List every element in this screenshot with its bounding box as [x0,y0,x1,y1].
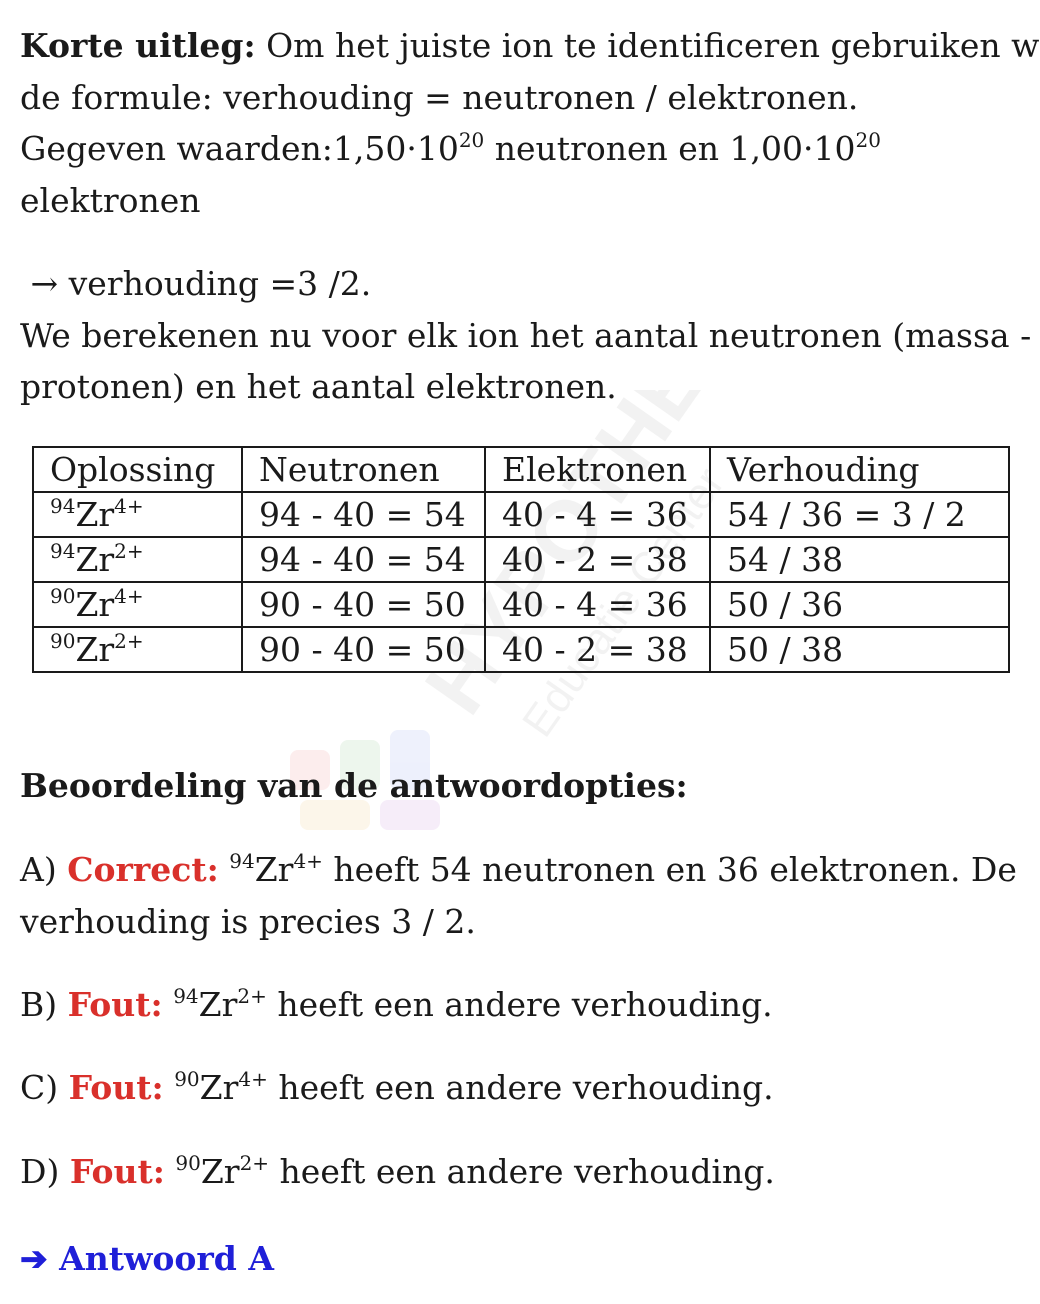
intro-text-1: Om het juiste ion te identificeren gebru… [255,26,1040,65]
intro-line-6: We berekenen nu voor elk ion het aantal … [20,316,1032,355]
element-symbol: Zr [75,630,115,669]
intro-line-7: protonen) en het aantal elektronen. [20,367,617,406]
intro-line-2: de formule: verhouding = neutronen / ele… [20,78,859,117]
assessment-heading: Beoordeling van de antwoordopties: [20,766,688,805]
intro-line-3: Gegeven waarden:1,50·1020 neutronen en 1… [20,128,881,173]
electrons-cell: 40 - 2 = 38 [484,626,711,673]
element-symbol: Zr [198,985,238,1024]
given-values-label: Gegeven waarden:1,50·10 [20,129,459,168]
answer-label: Antwoord A [59,1239,274,1278]
mass-number: 94 [229,849,255,873]
element-symbol: Zr [200,1152,240,1191]
mass-number: 94 [50,539,76,563]
intro-line-1: Korte uitleg: Om het juiste ion te ident… [20,26,1040,66]
ion-cell: 94Zr4+ [32,491,243,538]
verdict-wrong: Fout: [68,1068,164,1107]
ratio-cell: 50 / 38 [709,626,1010,673]
element-symbol: Zr [75,540,115,579]
ratio-cell: 50 / 36 [709,581,1010,628]
option-letter: A) [20,850,68,889]
ion-cell: 90Zr2+ [32,626,243,673]
mass-number: 94 [50,494,76,518]
neutrons-cell: 94 - 40 = 54 [241,491,486,538]
option-text: heeft een andere verhouding. [267,1068,774,1107]
option-a-line-1: A) Correct: 94Zr4+ heeft 54 neutronen en… [20,849,1017,894]
column-header: Oplossing [32,446,243,493]
electrons-cell: 40 - 4 = 36 [484,491,711,538]
electrons-cell: 40 - 4 = 36 [484,581,711,628]
option-letter: C) [20,1068,69,1107]
verdict-wrong: Fout: [67,985,163,1024]
exponent: 20 [855,128,881,152]
ratio-line: → verhouding =3 /2. [20,264,372,303]
mass-number: 90 [174,1067,200,1091]
ion-charge: 4+ [238,1067,268,1091]
ion-charge: 4+ [114,584,144,608]
option-text: heeft 54 neutronen en 36 elektronen. De [322,850,1017,889]
neutrons-cell: 94 - 40 = 54 [241,536,486,583]
intro-heading: Korte uitleg: [20,26,256,65]
element-symbol: Zr [254,850,294,889]
ion-charge: 2+ [114,539,144,563]
option-letter: B) [20,985,68,1024]
option-d: D) Fout: 90Zr2+ heeft een andere verhoud… [20,1151,775,1196]
table-row: 94Zr4+ 94 - 40 = 54 40 - 4 = 36 54 / 36 … [32,491,1010,538]
column-header: Verhouding [709,446,1010,493]
element-symbol: Zr [199,1068,239,1107]
ion-cell: 90Zr4+ [32,581,243,628]
column-header: Elektronen [484,446,711,493]
final-answer: ➔ Antwoord A [20,1239,274,1279]
table-row: 90Zr2+ 90 - 40 = 50 40 - 2 = 38 50 / 38 [32,626,1010,673]
intro-line-4: elektronen [20,181,201,220]
table-header-row: Oplossing Neutronen Elektronen Verhoudin… [32,446,1010,493]
element-symbol: Zr [75,585,115,624]
ion-charge: 4+ [293,849,323,873]
ion-charge: 4+ [114,494,144,518]
option-text: heeft een andere verhouding. [266,985,773,1024]
table-row: 94Zr2+ 94 - 40 = 54 40 - 2 = 38 54 / 38 [32,536,1010,583]
exponent: 20 [458,128,485,152]
verdict-wrong: Fout: [69,1152,165,1191]
verdict-correct: Correct: [67,850,219,889]
option-b: B) Fout: 94Zr2+ heeft een andere verhoud… [20,984,773,1029]
ratio-cell: 54 / 38 [709,536,1010,583]
option-text: heeft een andere verhouding. [269,1152,775,1191]
element-symbol: Zr [75,495,115,534]
ion-charge: 2+ [114,629,144,653]
option-c: C) Fout: 90Zr4+ heeft een andere verhoud… [20,1067,774,1112]
given-values-text: neutronen en 1,00·10 [484,129,856,168]
neutrons-cell: 90 - 40 = 50 [241,626,486,673]
column-header: Neutronen [241,446,486,493]
option-letter: D) [20,1152,70,1191]
ratio-cell: 54 / 36 = 3 / 2 [709,491,1010,538]
option-a-line-2: verhouding is precies 3 / 2. [20,902,476,941]
mass-number: 90 [175,1151,201,1175]
ion-table: Oplossing Neutronen Elektronen Verhoudin… [32,446,1010,673]
ion-charge: 2+ [237,984,267,1008]
ion-cell: 94Zr2+ [32,536,243,583]
mass-number: 94 [173,984,199,1008]
arrow-icon: ➔ [20,1239,48,1278]
table-row: 90Zr4+ 90 - 40 = 50 40 - 4 = 36 50 / 36 [32,581,1010,628]
mass-number: 90 [50,629,76,653]
neutrons-cell: 90 - 40 = 50 [241,581,486,628]
ion-charge: 2+ [239,1151,270,1175]
electrons-cell: 40 - 2 = 38 [484,536,711,583]
mass-number: 90 [50,584,76,608]
